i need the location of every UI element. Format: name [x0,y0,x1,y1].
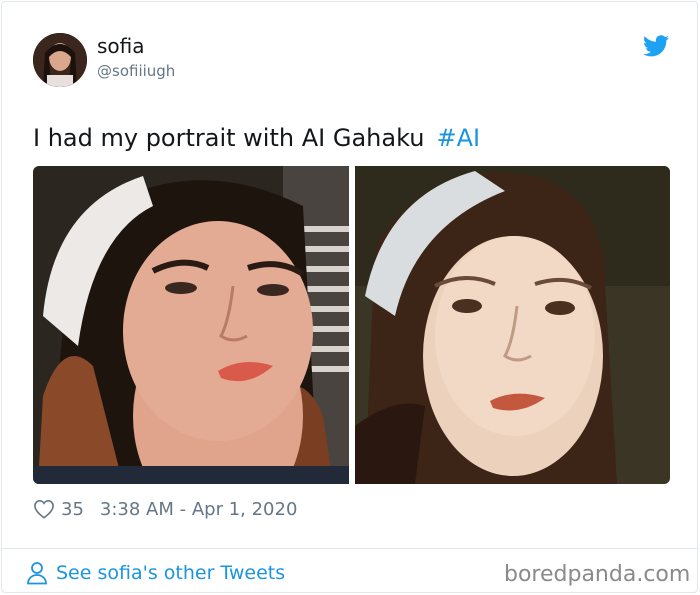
tweet-body: I had my portrait with AI Gahaku [33,124,425,152]
tweet-timestamp[interactable]: 3:38 AM - Apr 1, 2020 [100,499,298,520]
author-display-name[interactable]: sofia [97,34,145,58]
heart-icon[interactable] [33,499,55,519]
like-count: 35 [61,498,84,520]
tweet-card: sofia @sofiiiugh I had my portrait with … [1,1,699,593]
person-icon [27,562,47,585]
tweet-text: I had my portrait with AI Gahaku #AI [33,124,480,152]
avatar[interactable] [33,33,87,87]
see-other-tweets-link[interactable]: See sofia's other Tweets [26,559,285,587]
tweet-photo-painting[interactable] [355,166,670,484]
boredpanda-watermark: boredpanda.com [504,562,691,587]
twitter-bird-icon[interactable] [643,35,669,57]
hashtag-link[interactable]: #AI [436,124,480,152]
footer-divider [2,548,699,549]
see-other-tweets-label[interactable]: See sofia's other Tweets [56,562,285,584]
tweet-photo-original[interactable] [33,166,349,484]
author-handle[interactable]: @sofiiiugh [97,62,175,80]
tweet-meta: 35 3:38 AM - Apr 1, 2020 [33,496,297,522]
